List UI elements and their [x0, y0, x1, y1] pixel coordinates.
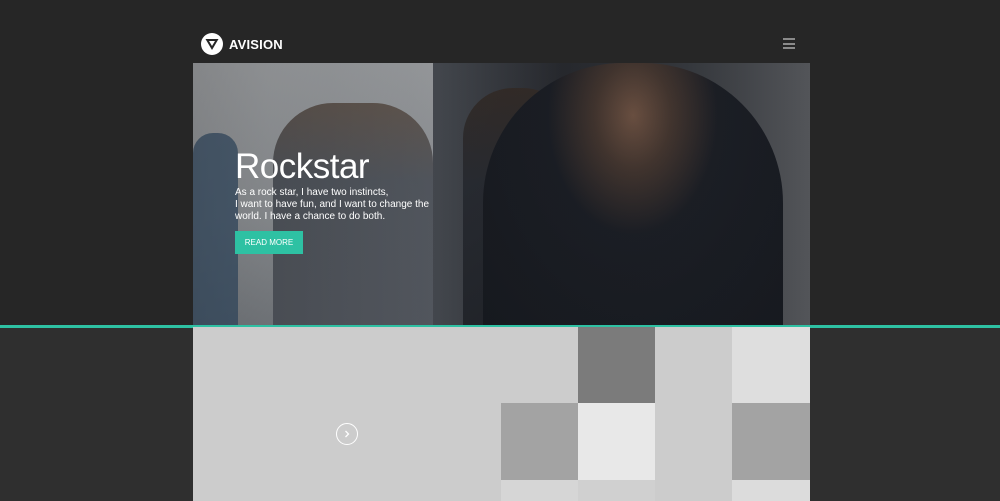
gallery-tile[interactable] — [732, 327, 810, 403]
triangle-shield-icon — [201, 33, 223, 55]
hero-text: As a rock star, I have two instincts, I … — [235, 187, 435, 223]
hamburger-menu-icon[interactable] — [783, 38, 795, 49]
logo-text: AVISION — [229, 36, 283, 52]
gallery-tile[interactable] — [578, 327, 655, 403]
gallery-tile[interactable] — [501, 403, 578, 480]
gallery-tile[interactable] — [655, 327, 732, 501]
gallery-tile[interactable] — [578, 403, 655, 480]
gallery-tile[interactable] — [732, 403, 810, 480]
hero-title: Rockstar — [235, 147, 370, 186]
read-more-button[interactable]: READ MORE — [235, 231, 303, 254]
hero-text-line: As a rock star, I have two instincts, — [235, 187, 389, 198]
logo[interactable]: AVISION — [201, 33, 283, 55]
hero-text-line: I want to have fun, and I want to change… — [235, 199, 430, 210]
chevron-right-icon[interactable] — [336, 423, 358, 445]
gallery-tile[interactable] — [732, 480, 810, 501]
gallery-tile[interactable] — [501, 480, 578, 501]
gallery-grid — [193, 327, 810, 501]
gallery-tile[interactable] — [578, 480, 655, 501]
hero-text-line: world. I have a chance to do both. — [235, 211, 386, 222]
